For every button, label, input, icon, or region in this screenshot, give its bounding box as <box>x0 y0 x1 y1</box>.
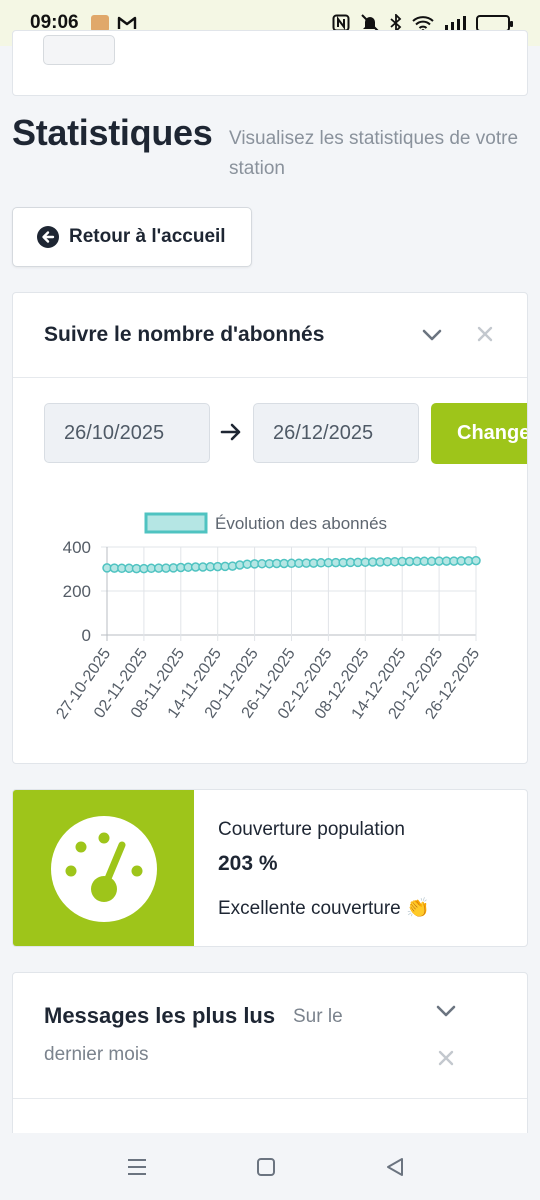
gmail-icon <box>117 15 137 31</box>
package-icon <box>90 14 109 32</box>
messages-card: Messages les plus lus Sur le dernier moi… <box>12 972 528 1142</box>
signal-icon <box>444 15 466 31</box>
coverage-icon-panel <box>13 790 194 946</box>
subscribers-card-header: Suivre le nombre d'abonnés <box>13 293 527 378</box>
date-to-input[interactable]: 26/12/2025 <box>253 403 419 463</box>
change-button[interactable]: Changer <box>431 403 527 464</box>
chart-x-ticks: 27-10-202502-11-202508-11-202514-11-2025… <box>53 645 483 722</box>
y-tick-label: 200 <box>63 582 91 601</box>
messages-card-header: Messages les plus lus Sur le dernier moi… <box>13 973 527 1099</box>
gauge-icon <box>51 816 157 922</box>
coverage-value: 203 % <box>218 852 278 875</box>
y-tick-label: 400 <box>63 538 91 557</box>
page-subtitle: Visualisez les statistiques de votre sta… <box>229 128 519 179</box>
home-square-icon[interactable] <box>254 1155 278 1179</box>
coverage-title: Couverture population <box>218 819 405 840</box>
coverage-status: Excellente couverture 👏 <box>218 898 430 919</box>
messages-card-subtitle-a: Sur le <box>293 1006 343 1027</box>
subscribers-card-title: Suivre le nombre d'abonnés <box>44 323 325 346</box>
legend-label: Évolution des abonnés <box>215 514 387 533</box>
close-icon[interactable] <box>436 1048 456 1068</box>
close-icon[interactable] <box>475 324 495 344</box>
date-from-input[interactable]: 26/10/2025 <box>44 403 210 463</box>
system-nav-bar <box>0 1133 540 1200</box>
back-home-label: Retour à l'accueil <box>69 226 226 247</box>
subscribers-card: Suivre le nombre d'abonnés 26/10/2025 26… <box>12 292 528 764</box>
legend-swatch <box>144 512 208 534</box>
arrow-left-circle-icon <box>37 226 59 248</box>
menu-icon[interactable] <box>125 1155 149 1179</box>
y-tick-label: 0 <box>82 626 91 645</box>
chevron-down-icon[interactable] <box>420 323 444 347</box>
chart-y-ticks: 400 200 0 <box>63 538 91 645</box>
messages-card-subtitle-b: dernier mois <box>44 1044 149 1065</box>
page-title: Statistiques <box>12 112 213 153</box>
arrow-right-icon <box>219 420 243 444</box>
partial-button[interactable] <box>43 35 115 65</box>
battery-icon <box>476 14 513 32</box>
subscribers-chart: Évolution des abonnés 400 200 0 27-10-2025… <box>53 512 483 722</box>
back-home-button[interactable]: Retour à l'accueil <box>12 207 252 267</box>
messages-card-title: Messages les plus lus <box>44 1003 276 1028</box>
chevron-down-icon[interactable] <box>434 999 458 1023</box>
chart-legend[interactable]: Évolution des abonnés <box>144 512 387 534</box>
previous-card <box>12 30 528 96</box>
coverage-card: Couverture population 203 % Excellente c… <box>12 789 528 947</box>
wifi-icon <box>412 15 434 32</box>
back-triangle-icon[interactable] <box>383 1155 407 1179</box>
data-point <box>471 555 481 566</box>
